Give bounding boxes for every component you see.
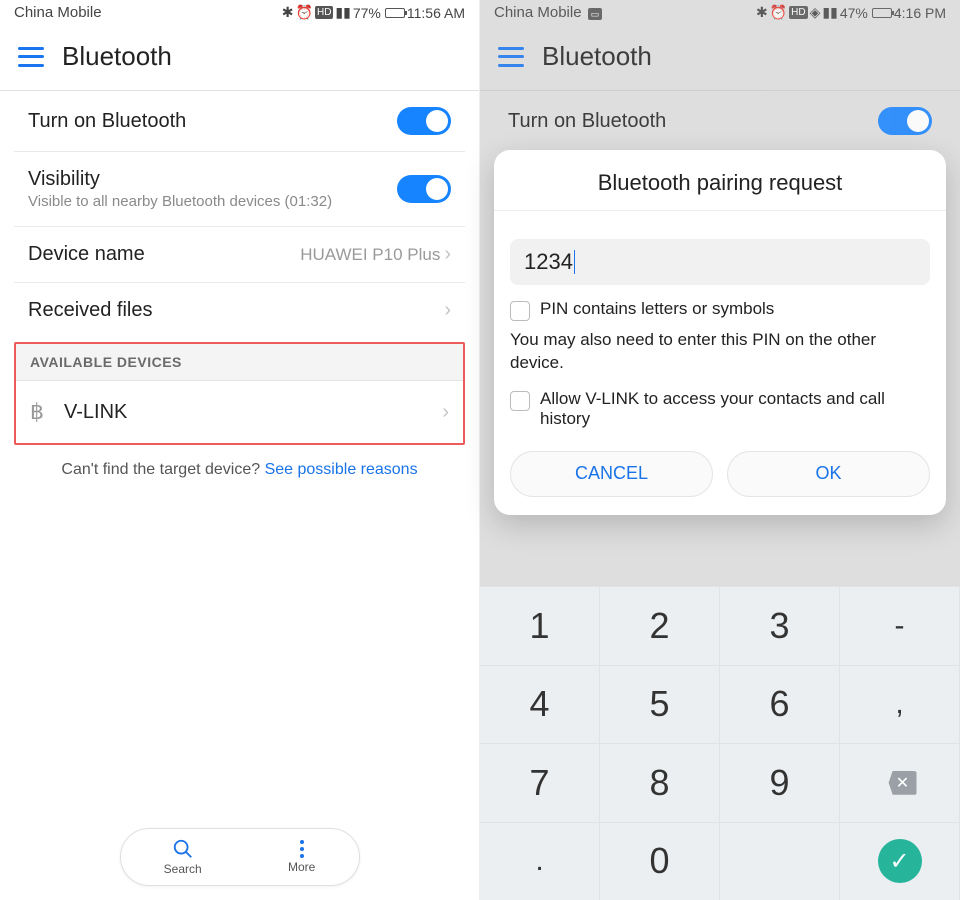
status-time: 11:56 AM — [407, 5, 465, 21]
page-title: Bluetooth — [542, 41, 652, 72]
device-name-value: HUAWEI P10 Plus — [300, 245, 440, 265]
more-label: More — [288, 860, 315, 874]
carrier-label: China Mobile — [14, 4, 102, 21]
status-icons: ✱ ⏰ HD ▮▮ 77% 11:56 AM — [282, 4, 465, 21]
checkbox-allow-contacts[interactable]: Allow V-LINK to access your contacts and… — [510, 389, 930, 429]
pin-input[interactable]: 1234 — [510, 239, 930, 285]
key-3[interactable]: 3 — [720, 586, 840, 665]
key-4[interactable]: 4 — [480, 665, 600, 744]
hd-icon: HD — [315, 6, 333, 19]
status-bar: China Mobile ✱ ⏰ HD ▮▮ 77% 11:56 AM — [0, 0, 479, 23]
numeric-keypad: 1 2 3 - 4 5 6 , 7 8 9 ✕ . 0 ✓ — [480, 586, 960, 900]
dialog-title: Bluetooth pairing request — [510, 164, 930, 210]
row-visibility[interactable]: Visibility Visible to all nearby Bluetoo… — [14, 152, 465, 227]
bluetooth-toggle[interactable] — [397, 107, 451, 135]
battery-icon — [872, 8, 892, 18]
pairing-dialog: Bluetooth pairing request 1234 PIN conta… — [494, 150, 946, 515]
bluetooth-toggle — [878, 107, 932, 135]
bluetooth-icon: ✱ — [282, 4, 294, 21]
search-icon — [172, 838, 194, 860]
battery-pct: 47% — [840, 5, 868, 21]
available-devices-highlight: AVAILABLE DEVICES ฿ V-LINK › — [14, 342, 465, 445]
hint-link[interactable]: See possible reasons — [265, 461, 418, 478]
key-enter[interactable]: ✓ — [840, 822, 960, 900]
row-label: Turn on Bluetooth — [508, 110, 666, 133]
checkbox-label: PIN contains letters or symbols — [540, 299, 774, 319]
text-caret — [574, 250, 575, 274]
key-7[interactable]: 7 — [480, 743, 600, 822]
more-button[interactable]: More — [288, 840, 315, 874]
wifi-icon: ◈ — [810, 4, 821, 21]
row-turn-on-bluetooth: Turn on Bluetooth — [494, 91, 946, 151]
bluetooth-icon: ฿ — [30, 399, 44, 425]
checkbox-label: Allow V-LINK to access your contacts and… — [540, 389, 930, 429]
chevron-right-icon: › — [442, 401, 449, 424]
key-1[interactable]: 1 — [480, 586, 600, 665]
checkbox-icon — [510, 301, 530, 321]
visibility-toggle[interactable] — [397, 175, 451, 203]
key-backspace[interactable]: ✕ — [840, 743, 960, 822]
search-button[interactable]: Search — [164, 838, 202, 876]
checkbox-icon — [510, 391, 530, 411]
bottom-toolbar: Search More — [120, 828, 360, 886]
titlebar: Bluetooth — [0, 23, 479, 91]
cancel-button[interactable]: CANCEL — [510, 451, 713, 497]
device-name: V-LINK — [64, 401, 422, 424]
section-header-available-devices: AVAILABLE DEVICES — [16, 344, 463, 381]
page-title: Bluetooth — [62, 41, 172, 72]
row-label: Visibility — [28, 168, 100, 190]
row-turn-on-bluetooth[interactable]: Turn on Bluetooth — [14, 91, 465, 152]
key-blank — [720, 822, 840, 900]
status-bar: China Mobile ▭ ✱ ⏰ HD ◈ ▮▮ 47% 4:16 PM — [480, 0, 960, 23]
key-comma[interactable]: , — [840, 665, 960, 744]
hint-text: Can't find the target device? — [61, 461, 264, 478]
status-time: 4:16 PM — [894, 5, 946, 21]
dialog-note: You may also need to enter this PIN on t… — [510, 329, 930, 375]
key-6[interactable]: 6 — [720, 665, 840, 744]
key-8[interactable]: 8 — [600, 743, 720, 822]
row-sublabel: Visible to all nearby Bluetooth devices … — [28, 193, 332, 210]
key-5[interactable]: 5 — [600, 665, 720, 744]
carrier-label: China Mobile ▭ — [494, 4, 602, 21]
screenshot-left: China Mobile ✱ ⏰ HD ▮▮ 77% 11:56 AM Blue… — [0, 0, 480, 900]
check-icon: ✓ — [878, 839, 922, 883]
alarm-icon: ⏰ — [296, 4, 313, 21]
more-icon — [300, 840, 304, 858]
row-label: Device name — [28, 243, 145, 266]
backspace-icon: ✕ — [883, 771, 917, 795]
device-row-vlink[interactable]: ฿ V-LINK › — [16, 381, 463, 443]
battery-pct: 77% — [353, 5, 381, 21]
screenshot-right: China Mobile ▭ ✱ ⏰ HD ◈ ▮▮ 47% 4:16 PM B… — [480, 0, 960, 900]
chevron-right-icon: › — [444, 243, 451, 266]
alarm-icon: ⏰ — [770, 4, 787, 21]
sim-icon: ▭ — [588, 8, 603, 20]
pin-value: 1234 — [524, 249, 573, 275]
menu-icon[interactable] — [498, 47, 524, 67]
key-0[interactable]: 0 — [600, 822, 720, 900]
key-2[interactable]: 2 — [600, 586, 720, 665]
key-period[interactable]: . — [480, 822, 600, 900]
ok-button[interactable]: OK — [727, 451, 930, 497]
row-device-name[interactable]: Device name HUAWEI P10 Plus › — [14, 227, 465, 283]
chevron-right-icon: › — [444, 299, 451, 322]
titlebar: Bluetooth — [480, 23, 960, 91]
battery-icon — [385, 8, 405, 18]
key-9[interactable]: 9 — [720, 743, 840, 822]
signal-icon: ▮▮ — [822, 4, 837, 21]
checkbox-pin-letters[interactable]: PIN contains letters or symbols — [510, 299, 930, 321]
key-dash[interactable]: - — [840, 586, 960, 665]
row-label: Turn on Bluetooth — [28, 110, 186, 133]
pairing-hint: Can't find the target device? See possib… — [0, 447, 479, 493]
row-label: Received files — [28, 299, 153, 322]
status-icons: ✱ ⏰ HD ◈ ▮▮ 47% 4:16 PM — [756, 4, 946, 21]
hd-icon: HD — [789, 6, 807, 19]
signal-icon: ▮▮ — [335, 4, 350, 21]
menu-icon[interactable] — [18, 47, 44, 67]
row-received-files[interactable]: Received files › — [14, 283, 465, 338]
search-label: Search — [164, 862, 202, 876]
bluetooth-icon: ✱ — [756, 4, 768, 21]
